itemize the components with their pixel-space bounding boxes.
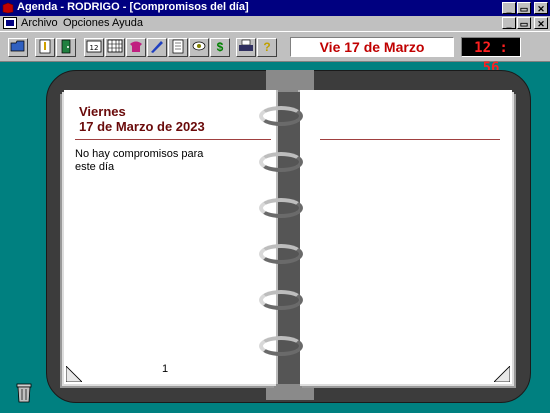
page-number: 1 [162, 363, 169, 375]
next-page-corner-icon[interactable] [494, 366, 510, 382]
day-view-button[interactable]: 12 [84, 38, 104, 57]
open-folder-button[interactable] [8, 38, 28, 57]
doc-close-button[interactable]: ✕ [534, 17, 548, 29]
right-page[interactable] [298, 90, 512, 384]
pen-button[interactable] [147, 38, 167, 57]
notes-icon [39, 39, 51, 54]
binder-ring [259, 152, 303, 172]
help-button[interactable]: ? [257, 38, 277, 57]
address-card-button[interactable] [189, 38, 209, 57]
month-view-button[interactable] [105, 38, 125, 57]
prev-page-corner-icon[interactable] [66, 366, 82, 382]
window-title: Agenda - RODRIGO - [Compromisos del día] [17, 1, 249, 13]
title-bar: Agenda - RODRIGO - [Compromisos del día]… [0, 0, 550, 16]
calendar-day-icon: 12 [86, 40, 102, 53]
full-date: 17 de Marzo de 2023 [79, 119, 205, 134]
phone-icon [130, 41, 142, 52]
left-page[interactable] [64, 90, 278, 384]
menu-archivo[interactable]: Archivo [21, 17, 58, 29]
no-appointments-text: No hay compromisos para este día [75, 148, 204, 173]
clock-display: 12 : 56 [461, 37, 521, 76]
notes-button[interactable] [35, 38, 55, 57]
printer-icon [239, 39, 253, 51]
help-icon: ? [263, 40, 271, 54]
close-button[interactable]: ✕ [534, 2, 548, 14]
doc-minimize-button[interactable]: _ [502, 17, 516, 29]
open-folder-icon [10, 40, 25, 52]
exit-door-icon [61, 39, 71, 54]
notepad-button[interactable] [168, 38, 188, 57]
toolbar: 12 $ ? Vie 17 de Marzo 12 : 56 [0, 31, 550, 76]
menu-opciones[interactable]: Opciones [63, 17, 109, 29]
binder-ring [259, 106, 303, 126]
exit-door-button[interactable] [56, 38, 76, 57]
left-page-rule [75, 139, 271, 140]
address-card-icon [192, 41, 206, 51]
binder-ring [259, 336, 303, 356]
app-icon[interactable] [2, 2, 14, 14]
document-menu-icon[interactable] [3, 17, 17, 29]
binder-ring [259, 198, 303, 218]
binder-ring [259, 244, 303, 264]
menu-bar: Archivo Opciones Ayuda _ ▭ ✕ [0, 16, 550, 31]
minimize-button[interactable]: _ [502, 2, 516, 14]
menu-ayuda[interactable]: Ayuda [112, 17, 143, 29]
maximize-button[interactable]: ▭ [517, 2, 531, 14]
svg-text:12: 12 [90, 44, 99, 52]
trash-icon[interactable] [14, 381, 34, 403]
dollar-icon: $ [216, 40, 224, 54]
day-name: Viernes [79, 104, 126, 119]
phone-button[interactable] [126, 38, 146, 57]
right-page-rule [320, 139, 500, 140]
pen-icon [151, 41, 163, 53]
print-button[interactable] [236, 38, 256, 57]
doc-restore-button[interactable]: ▭ [517, 17, 531, 29]
calendar-grid-icon [107, 39, 123, 53]
binder-ring [259, 290, 303, 310]
current-date-display: Vie 17 de Marzo [290, 37, 454, 57]
notepad-icon [172, 39, 184, 54]
dollar-button[interactable]: $ [210, 38, 230, 57]
